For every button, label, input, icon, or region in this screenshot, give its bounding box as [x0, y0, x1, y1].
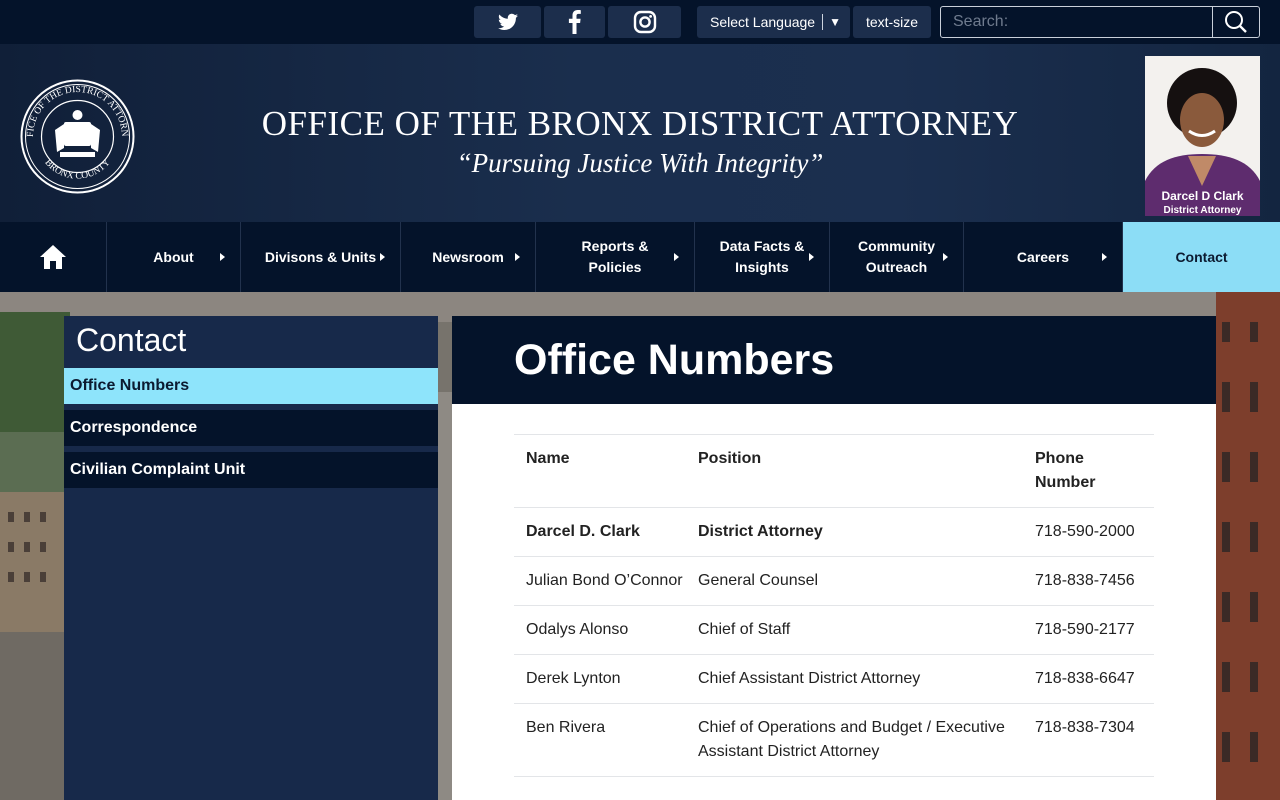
county-seal-logo[interactable]: OFFICE OF THE DISTRICT ATTORNEY BRONX CO… [19, 78, 136, 195]
nav-about[interactable]: About [107, 222, 241, 292]
search-icon [1225, 11, 1247, 33]
table-row: Julian Bond O’Connor General Counsel 718… [514, 557, 1154, 606]
header-phone: Phone Number [1023, 435, 1154, 507]
portrait-name: Darcel D Clark [1161, 189, 1244, 203]
caret-right-icon [943, 253, 948, 261]
nav-reports-line1: Reports & [581, 238, 649, 254]
header-phone-line1: Phone [1035, 450, 1084, 467]
svg-text:BRONX COUNTY: BRONX COUNTY [43, 158, 113, 182]
language-divider [822, 14, 824, 30]
site-title: OFFICE OF THE BRONX DISTRICT ATTORNEY [261, 104, 1019, 143]
page-title: Office Numbers [514, 336, 835, 384]
nav-reports-policies[interactable]: Reports & Policies [536, 222, 695, 292]
text-size-button[interactable]: text-size [853, 6, 931, 38]
cell-position: General Counsel [698, 572, 819, 589]
cell-position: District Attorney [698, 523, 823, 540]
table-header-row: Name Position Phone Number [514, 435, 1154, 508]
contact-side-menu: Contact Office Numbers Correspondence Ci… [64, 316, 438, 800]
main-nav: About Divisons & Units Newsroom Reports … [0, 222, 1280, 292]
language-select[interactable]: Select Language ▼ [697, 6, 850, 38]
nav-community-line1: Community [858, 238, 935, 254]
main-content: Name Position Phone Number Darcel D. Clar… [452, 404, 1216, 800]
cell-phone[interactable]: 718-838-7304 [1023, 704, 1154, 776]
facebook-icon [568, 10, 581, 34]
cell-phone[interactable]: 718-838-6647 [1023, 655, 1154, 703]
nav-careers[interactable]: Careers [964, 222, 1123, 292]
search-input[interactable] [941, 7, 1212, 37]
caret-right-icon [220, 253, 225, 261]
nav-careers-label: Careers [1016, 248, 1070, 265]
cell-phone[interactable]: 718-590-2000 [1023, 508, 1154, 556]
site-header: OFFICE OF THE DISTRICT ATTORNEY BRONX CO… [0, 44, 1280, 222]
cell-name: Odalys Alonso [526, 621, 629, 638]
nav-contact[interactable]: Contact [1123, 222, 1280, 292]
top-bar: Select Language ▼ text-size [0, 0, 1280, 44]
chevron-down-icon: ▼ [829, 15, 841, 29]
nav-divisions-label: Divisons & Units [264, 248, 377, 265]
side-item-civilian-complaint-unit[interactable]: Civilian Complaint Unit [64, 452, 438, 488]
nav-reports-line2: Policies [588, 259, 642, 275]
header-position: Position [698, 450, 762, 467]
nav-about-label: About [153, 248, 194, 265]
language-label: Select Language [710, 14, 816, 30]
nav-divisions-units[interactable]: Divisons & Units [241, 222, 401, 292]
cell-name: Darcel D. Clark [526, 523, 640, 540]
page-heading-bar: Office Numbers [452, 316, 1216, 404]
cell-name: Julian Bond O’Connor [526, 572, 683, 589]
twitter-icon [497, 13, 518, 30]
nav-community-label: Community Outreach [858, 236, 935, 278]
cell-position: Chief of Staff [698, 621, 791, 638]
side-item-office-numbers[interactable]: Office Numbers [64, 368, 438, 404]
nav-contact-label: Contact [1175, 248, 1228, 265]
header-name: Name [526, 450, 570, 467]
table-row: Ben Rivera Chief of Operations and Budge… [514, 704, 1154, 777]
instagram-link[interactable] [608, 6, 681, 38]
caret-right-icon [1102, 253, 1107, 261]
site-tagline: “Pursuing Justice With Integrity” [456, 148, 824, 178]
district-attorney-portrait[interactable]: Darcel D Clark District Attorney [1145, 56, 1260, 216]
cell-position: Chief of Operations and Budget / Executi… [698, 719, 1005, 760]
office-numbers-table: Name Position Phone Number Darcel D. Clar… [514, 434, 1154, 777]
caret-right-icon [380, 253, 385, 261]
table-row: Derek Lynton Chief Assistant District At… [514, 655, 1154, 704]
side-item-correspondence[interactable]: Correspondence [64, 410, 438, 446]
search-box [940, 6, 1260, 38]
home-icon [40, 245, 66, 269]
nav-newsroom-label: Newsroom [432, 248, 504, 265]
facebook-link[interactable] [544, 6, 605, 38]
table-row: Darcel D. Clark District Attorney 718-59… [514, 508, 1154, 557]
cell-name: Derek Lynton [526, 670, 621, 687]
side-menu-title: Contact [76, 322, 187, 358]
nav-data-line2: Insights [735, 259, 789, 275]
nav-data-facts[interactable]: Data Facts & Insights [695, 222, 830, 292]
portrait-title: District Attorney [1163, 205, 1242, 216]
nav-data-line1: Data Facts & [719, 238, 805, 254]
search-button[interactable] [1212, 7, 1259, 37]
nav-reports-label: Reports & Policies [582, 236, 649, 278]
instagram-icon [633, 10, 656, 34]
caret-right-icon [515, 253, 520, 261]
nav-community-line2: Outreach [865, 259, 928, 275]
table-row: Odalys Alonso Chief of Staff 718-590-217… [514, 606, 1154, 655]
cell-phone[interactable]: 718-838-7456 [1023, 557, 1154, 605]
caret-right-icon [809, 253, 814, 261]
twitter-link[interactable] [474, 6, 541, 38]
nav-community-outreach[interactable]: Community Outreach [830, 222, 964, 292]
caret-right-icon [674, 253, 679, 261]
cell-name: Ben Rivera [526, 719, 606, 736]
nav-newsroom[interactable]: Newsroom [401, 222, 536, 292]
nav-data-label: Data Facts & Insights [720, 236, 805, 278]
cell-phone[interactable]: 718-590-2177 [1023, 606, 1154, 654]
header-phone-line2: Number [1035, 474, 1096, 491]
cell-position: Chief Assistant District Attorney [698, 670, 921, 687]
nav-home[interactable] [0, 222, 107, 292]
